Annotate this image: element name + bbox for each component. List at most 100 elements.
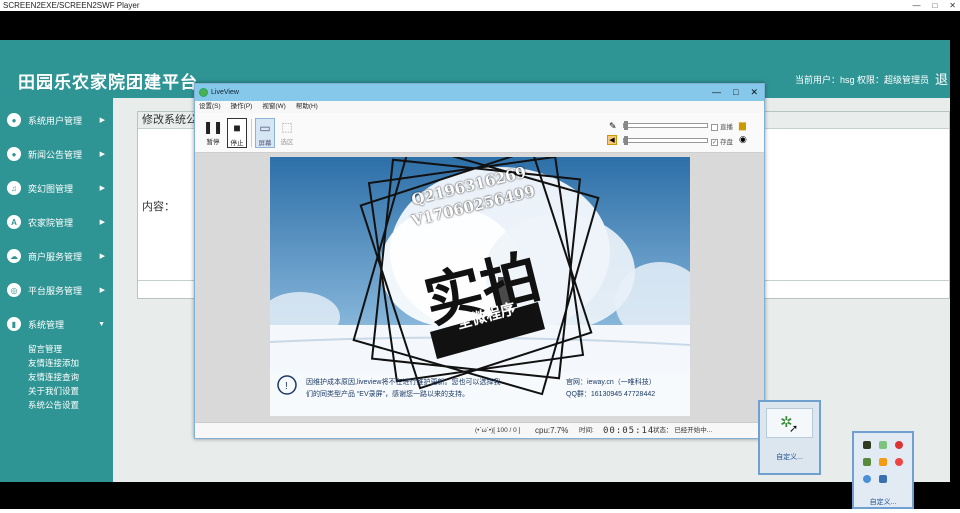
crop-icon: ⬚ (281, 120, 293, 134)
sidebar-item-merchant[interactable]: ☁ 商户服务管理 ▶ (0, 246, 113, 266)
chevron-right-icon: ▶ (99, 151, 105, 158)
sidebar-item-label: 农家院管理 (28, 217, 74, 228)
menu-window[interactable]: 视窗(W) (262, 101, 285, 113)
direct-checkbox[interactable]: 直播 (711, 121, 733, 131)
liveview-title: LiveView (211, 89, 239, 96)
close-button[interactable]: ✕ (949, 0, 956, 11)
menu-settings[interactable]: 设置(S) (199, 101, 221, 113)
app-title: 田园乐农家院团建平台 (18, 73, 198, 92)
notice-line-2: 们的同类型产品 “EV录屏”，感谢您一路以来的支持。 (306, 391, 469, 398)
maximize-button[interactable]: □ (932, 0, 937, 11)
close-button[interactable]: ✕ (750, 84, 758, 101)
status-cpu: cpu:7.7% (535, 426, 569, 435)
sidebar-item-gallery[interactable]: ♫ 奕幻图管理 ▶ (0, 178, 113, 198)
select-label: 选区 (280, 139, 294, 146)
status-face: (•`ω´•)[ 100 / 0 ] (475, 427, 521, 434)
volume-slider[interactable] (623, 121, 708, 130)
player-title: SCREEN2EXE/SCREEN2SWF Player (3, 1, 140, 10)
direct-label: 直播 (720, 124, 733, 131)
nvidia-icon[interactable] (863, 441, 871, 449)
pause-icon: ❚❚ (203, 120, 224, 134)
speaker-icon: ◀ (607, 135, 617, 145)
chart-icon: ▮ (7, 317, 21, 331)
player-bottom-strip (0, 509, 960, 513)
window-tray-icon[interactable] (879, 475, 887, 483)
status-state: 状态： 已经开始中... (653, 427, 713, 434)
slider-thumb[interactable] (624, 121, 628, 130)
stop-icon: ■ (233, 121, 241, 135)
sidebar-subitem[interactable]: 友情连接查询 (28, 371, 79, 383)
sidebar-subitem[interactable]: 留言管理 (28, 343, 62, 355)
sidebar-subitem[interactable]: 友情连接添加 (28, 357, 79, 369)
pause-button[interactable]: ❚❚ 暂停 (203, 118, 223, 148)
status-time: 00:05:14 (603, 426, 655, 436)
monitor-icon: ▭ (259, 121, 271, 135)
folder-icon[interactable]: ▆ (739, 120, 746, 131)
sidebar-item-platform[interactable]: ◎ 平台服务管理 ▶ (0, 280, 113, 300)
sidebar-item-system[interactable]: ▮ 系统管理 ▼ (0, 314, 113, 334)
screen-label: 屏幕 (258, 140, 272, 147)
sidebar-item-farmhouse[interactable]: A 农家院管理 ▶ (0, 212, 113, 232)
liveview-toolbar: ❚❚ 暂停 ■ 停止 ▭ 屏幕 ⬚ 选区 ✎ ◀ 直播 ✓ 存盘 ▆ ◉ (195, 113, 764, 153)
pause-label: 暂停 (206, 139, 220, 146)
notice-qq: QQ群：16130945 47728442 (566, 391, 656, 398)
screen-button[interactable]: ▭ 屏幕 (255, 118, 275, 148)
menu-help[interactable]: 帮助(H) (296, 101, 318, 113)
sidebar-subitem[interactable]: 系统公告设置 (28, 399, 79, 411)
tray-icon-area: ✲ ➚ (766, 408, 813, 438)
sidebar-subitem[interactable]: 关于我们设置 (28, 385, 79, 397)
qq-icon[interactable] (895, 441, 903, 449)
gear-icon[interactable] (895, 458, 903, 466)
app-tray-icon[interactable] (879, 441, 887, 449)
logout-link[interactable]: 退 (935, 69, 948, 88)
cloud-icon: ☁ (7, 249, 21, 263)
customize-link[interactable]: 自定义... (854, 497, 912, 507)
network-icon[interactable] (863, 458, 871, 466)
eye-icon[interactable]: ◉ (739, 134, 747, 145)
chevron-down-icon: ▼ (98, 320, 105, 328)
people-icon: ● (7, 147, 21, 161)
stop-button[interactable]: ■ 停止 (227, 118, 247, 148)
save-label: 存盘 (720, 139, 733, 146)
chevron-right-icon: ▶ (99, 117, 105, 124)
player-title-bar: SCREEN2EXE/SCREEN2SWF Player (0, 0, 960, 11)
sidebar-item-news[interactable]: ● 新闻公告管理 ▶ (0, 144, 113, 164)
liveview-menu-bar: 设置(S) 操作(P) 视窗(W) 帮助(H) (195, 101, 764, 113)
chevron-right-icon: ▶ (99, 253, 105, 260)
notice-line-1: 因维护成本原因,liveview将不在进行维护更新。您也可以选择我 (306, 379, 501, 386)
tray-popup-overflow: 自定义... (852, 431, 914, 509)
sidebar-item-system-users[interactable]: ● 系统用户管理 ▶ (0, 110, 113, 130)
customize-link[interactable]: 自定义... (760, 452, 819, 462)
current-user-info: 当前用户：hsg 权限：超级管理员 (795, 75, 930, 85)
chevron-right-icon: ▶ (99, 287, 105, 294)
maximize-button[interactable]: □ (733, 84, 738, 101)
sidebar-item-label: 奕幻图管理 (28, 183, 74, 194)
sidebar-item-label: 平台服务管理 (28, 285, 83, 296)
menu-operate[interactable]: 操作(P) (231, 101, 253, 113)
pencil-icon: ✎ (609, 121, 617, 131)
sidebar-item-label: 系统用户管理 (28, 115, 83, 126)
cursor-icon: ➚ (789, 423, 799, 435)
notice-site: 官网：ieway.cn（一唯科技） (566, 379, 656, 386)
tray-popup-main: ✲ ➚ 自定义... (758, 400, 821, 475)
sidebar-item-label: 商户服务管理 (28, 251, 83, 262)
sidebar-item-label: 系统管理 (28, 319, 65, 330)
liveview-window: LiveView — □ ✕ 设置(S) 操作(P) 视窗(W) 帮助(H) ❚… (194, 83, 765, 439)
capture-preview: ! 实拍 Q2196316269 V17060256499 全微程序 实拍 因维… (195, 153, 764, 422)
slider-thumb[interactable] (624, 136, 628, 145)
status-time-label: 时间: (579, 427, 594, 434)
minimize-button[interactable]: — (712, 84, 721, 101)
volume-tray-icon[interactable] (879, 458, 887, 466)
liveview-window-controls: — □ ✕ (712, 84, 758, 101)
liveview-title-bar[interactable]: LiveView (195, 84, 764, 101)
select-region-button[interactable]: ⬚ 选区 (277, 118, 297, 148)
liveview-status-bar: (•`ω´•)[ 100 / 0 ] cpu:7.7% 时间: 00:05:14… (195, 422, 764, 438)
quality-slider[interactable] (623, 136, 708, 145)
save-checkbox[interactable]: ✓ 存盘 (711, 136, 733, 146)
sidebar: ● 系统用户管理 ▶ ● 新闻公告管理 ▶ ♫ 奕幻图管理 ▶ A 农家院管理 … (0, 98, 113, 482)
cloud-tray-icon[interactable] (863, 475, 871, 483)
liveview-logo-icon (199, 88, 208, 97)
content-field-label: 内容： (142, 201, 175, 213)
toolbar-separator (251, 119, 252, 147)
minimize-button[interactable]: — (912, 0, 920, 11)
